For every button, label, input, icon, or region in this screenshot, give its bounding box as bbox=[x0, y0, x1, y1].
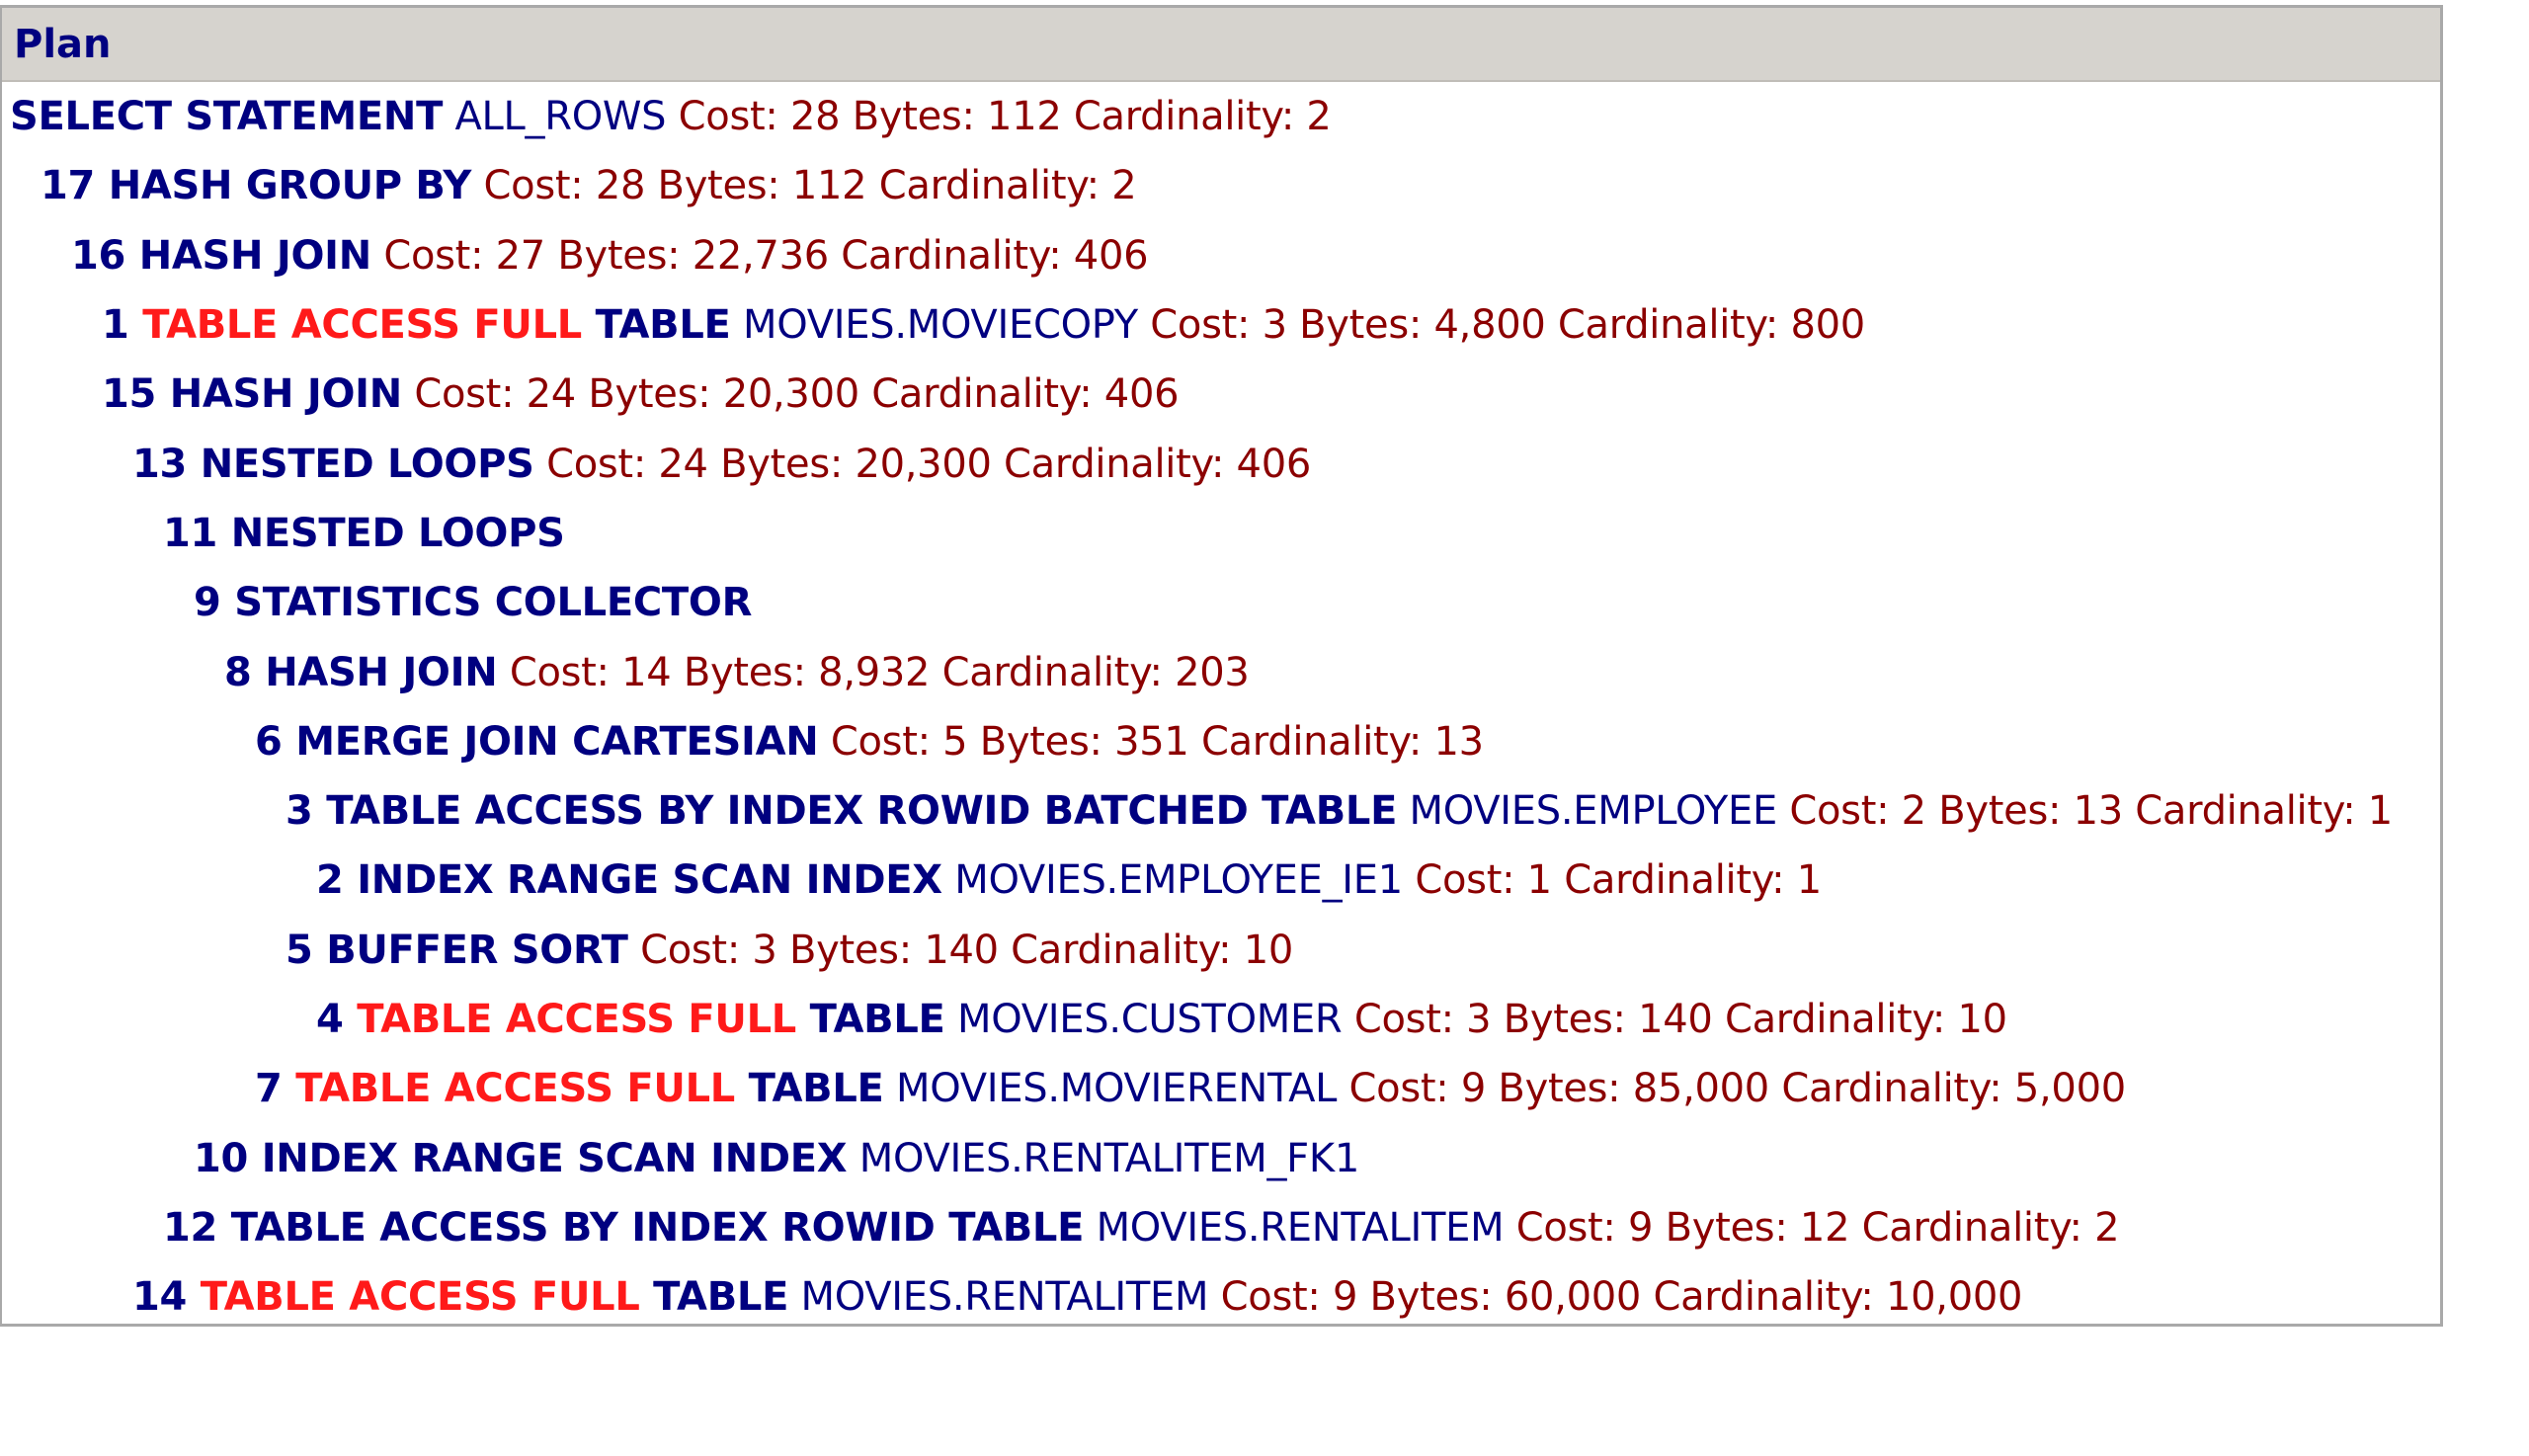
row-operation: INDEX RANGE SCAN INDEX bbox=[261, 1135, 848, 1181]
row-operation: TABLE ACCESS BY INDEX ROWID TABLE bbox=[230, 1204, 1085, 1251]
row-object: MOVIES.CUSTOMER bbox=[957, 997, 1343, 1042]
row-stats: Cost: 3 Bytes: 140 Cardinality: 10 bbox=[1353, 997, 2007, 1042]
row-id: 7 bbox=[255, 1066, 283, 1112]
plan-row[interactable]: 2 INDEX RANGE SCAN INDEX MOVIES.EMPLOYEE_I… bbox=[2, 846, 2440, 915]
plan-panel: Plan SELECT STATEMENT ALL_ROWS Cost: 28 By… bbox=[0, 5, 2443, 1327]
plan-header: Plan bbox=[2, 8, 2440, 82]
row-object: MOVIES.MOVIECOPY bbox=[743, 302, 1138, 349]
plan-row[interactable]: 11 NESTED LOOPS bbox=[2, 499, 2440, 568]
row-stats: Cost: 24 Bytes: 20,300 Cardinality: 406 bbox=[414, 371, 1180, 418]
row-id: 10 bbox=[194, 1135, 249, 1181]
row-operation-option: TABLE bbox=[748, 1066, 884, 1112]
row-object: MOVIES.MOVIERENTAL bbox=[896, 1066, 1338, 1112]
row-operation-full-scan: TABLE ACCESS FULL bbox=[200, 1274, 640, 1321]
row-operation: HASH JOIN bbox=[265, 649, 498, 695]
plan-row[interactable]: 8 HASH JOIN Cost: 14 Bytes: 8,932 Cardinal… bbox=[2, 637, 2440, 706]
plan-row[interactable]: 15 HASH JOIN Cost: 24 Bytes: 20,300 Cardin… bbox=[2, 360, 2440, 429]
plan-row[interactable]: 4 TABLE ACCESS FULL TABLE MOVIES.CUSTOMER Co… bbox=[2, 985, 2440, 1054]
plan-row[interactable]: 9 STATISTICS COLLECTOR bbox=[2, 568, 2440, 637]
plan-row[interactable]: 16 HASH JOIN Cost: 27 Bytes: 22,736 Cardin… bbox=[2, 221, 2440, 290]
row-stats: Cost: 2 Bytes: 13 Cardinality: 1 bbox=[1789, 788, 2393, 835]
row-id: 14 bbox=[132, 1274, 188, 1321]
row-operation: INDEX RANGE SCAN INDEX bbox=[357, 857, 942, 904]
row-id: 15 bbox=[102, 371, 157, 418]
row-operation: HASH JOIN bbox=[169, 371, 403, 418]
plan-row[interactable]: 5 BUFFER SORT Cost: 3 Bytes: 140 Cardinali… bbox=[2, 916, 2440, 985]
plan-tree: SELECT STATEMENT ALL_ROWS Cost: 28 Bytes: … bbox=[2, 82, 2440, 1332]
row-object: MOVIES.EMPLOYEE_IE1 bbox=[954, 857, 1403, 904]
row-operation: NESTED LOOPS bbox=[230, 510, 565, 556]
row-id: 13 bbox=[132, 441, 188, 487]
row-operation: TABLE ACCESS BY INDEX ROWID BATCHED TABL… bbox=[326, 788, 1398, 835]
row-operation: STATISTICS COLLECTOR bbox=[234, 580, 753, 626]
plan-row[interactable]: 7 TABLE ACCESS FULL TABLE MOVIES.MOVIERENTA… bbox=[2, 1054, 2440, 1123]
row-stats: Cost: 14 Bytes: 8,932 Cardinality: 203 bbox=[509, 649, 1250, 695]
row-stats: Cost: 24 Bytes: 20,300 Cardinality: 406 bbox=[546, 441, 1311, 487]
plan-row[interactable]: 6 MERGE JOIN CARTESIAN Cost: 5 Bytes: 351 … bbox=[2, 707, 2440, 776]
plan-row[interactable]: 17 HASH GROUP BY Cost: 28 Bytes: 112 Cardi… bbox=[2, 151, 2440, 220]
row-id: 17 bbox=[41, 163, 96, 209]
row-operation-full-scan: TABLE ACCESS FULL bbox=[357, 997, 796, 1042]
row-object: ALL_ROWS bbox=[454, 94, 667, 140]
row-operation-option: TABLE bbox=[595, 302, 731, 349]
row-id: 8 bbox=[224, 649, 252, 695]
row-operation: HASH JOIN bbox=[138, 232, 372, 279]
row-operation: HASH GROUP BY bbox=[108, 163, 472, 209]
row-object: MOVIES.RENTALITEM bbox=[800, 1274, 1209, 1321]
row-stats: Cost: 3 Bytes: 140 Cardinality: 10 bbox=[640, 927, 1293, 973]
row-operation-option: TABLE bbox=[809, 997, 945, 1042]
row-stats: Cost: 9 Bytes: 12 Cardinality: 2 bbox=[1515, 1204, 2120, 1251]
row-stats: Cost: 1 Cardinality: 1 bbox=[1415, 857, 1822, 904]
plan-row[interactable]: SELECT STATEMENT ALL_ROWS Cost: 28 Bytes: … bbox=[2, 82, 2440, 151]
plan-row[interactable]: 14 TABLE ACCESS FULL TABLE MOVIES.RENTALITE… bbox=[2, 1262, 2440, 1332]
row-stats: Cost: 9 Bytes: 60,000 Cardinality: 10,00… bbox=[1220, 1274, 2023, 1321]
plan-row[interactable]: 1 TABLE ACCESS FULL TABLE MOVIES.MOVIECOPY C… bbox=[2, 290, 2440, 360]
row-object: MOVIES.RENTALITEM bbox=[1096, 1204, 1505, 1251]
row-operation: SELECT STATEMENT bbox=[10, 94, 444, 140]
plan-row[interactable]: 3 TABLE ACCESS BY INDEX ROWID BATCHED TAB… bbox=[2, 776, 2440, 846]
row-id: 11 bbox=[163, 510, 218, 556]
plan-title: Plan bbox=[14, 21, 112, 67]
row-stats: Cost: 28 Bytes: 112 Cardinality: 2 bbox=[678, 94, 1332, 140]
row-object: MOVIES.RENTALITEM_FK1 bbox=[858, 1135, 1360, 1181]
plan-row[interactable]: 13 NESTED LOOPS Cost: 24 Bytes: 20,300 Car… bbox=[2, 429, 2440, 498]
plan-row[interactable]: 10 INDEX RANGE SCAN INDEX MOVIES.RENTALITE… bbox=[2, 1123, 2440, 1192]
row-id: 12 bbox=[163, 1204, 218, 1251]
row-object: MOVIES.EMPLOYEE bbox=[1409, 788, 1778, 835]
row-operation-full-scan: TABLE ACCESS FULL bbox=[295, 1066, 735, 1112]
row-stats: Cost: 5 Bytes: 351 Cardinality: 13 bbox=[830, 718, 1484, 765]
row-stats: Cost: 9 Bytes: 85,000 Cardinality: 5,000 bbox=[1348, 1066, 2127, 1112]
row-stats: Cost: 27 Bytes: 22,736 Cardinality: 406 bbox=[383, 232, 1149, 279]
row-id: 5 bbox=[286, 927, 313, 973]
row-operation-option: TABLE bbox=[653, 1274, 789, 1321]
row-id: 1 bbox=[102, 302, 129, 349]
row-id: 3 bbox=[286, 788, 313, 835]
row-id: 16 bbox=[71, 232, 126, 279]
row-stats: Cost: 3 Bytes: 4,800 Cardinality: 800 bbox=[1150, 302, 1865, 349]
row-operation: MERGE JOIN CARTESIAN bbox=[295, 718, 819, 765]
plan-row[interactable]: 12 TABLE ACCESS BY INDEX ROWID TABLE MOVIE… bbox=[2, 1193, 2440, 1262]
row-operation: BUFFER SORT bbox=[326, 927, 628, 973]
row-stats: Cost: 28 Bytes: 112 Cardinality: 2 bbox=[483, 163, 1137, 209]
row-id: 4 bbox=[316, 997, 344, 1042]
row-operation: NESTED LOOPS bbox=[200, 441, 534, 487]
row-id: 6 bbox=[255, 718, 283, 765]
row-id: 2 bbox=[316, 857, 344, 904]
row-id: 9 bbox=[194, 580, 221, 626]
row-operation-full-scan: TABLE ACCESS FULL bbox=[142, 302, 582, 349]
